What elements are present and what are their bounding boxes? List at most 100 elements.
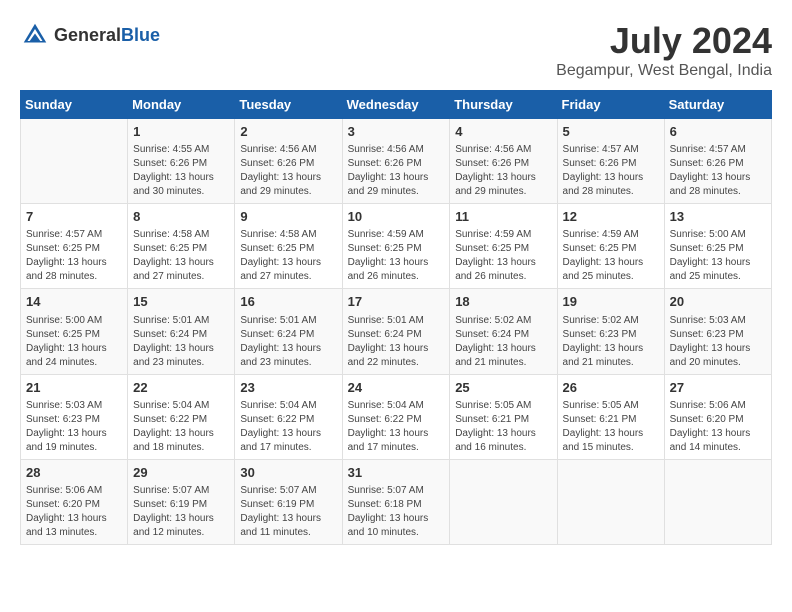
- logo-icon: [20, 20, 50, 50]
- calendar-table: Sunday Monday Tuesday Wednesday Thursday…: [20, 90, 772, 545]
- day-number: 5: [563, 123, 659, 141]
- day-info: Sunrise: 4:58 AMSunset: 6:25 PMDaylight:…: [133, 228, 229, 284]
- calendar-cell: 2Sunrise: 4:56 AMSunset: 6:26 PMDaylight…: [235, 119, 342, 204]
- day-info: Sunrise: 5:03 AMSunset: 6:23 PMDaylight:…: [670, 314, 766, 370]
- day-info: Sunrise: 5:07 AMSunset: 6:19 PMDaylight:…: [240, 484, 336, 540]
- day-number: 2: [240, 123, 336, 141]
- day-info: Sunrise: 5:03 AMSunset: 6:23 PMDaylight:…: [26, 399, 122, 455]
- calendar-cell: 30 Sunrise: 5:07 AMSunset: 6:19 PMDayligh…: [235, 459, 342, 544]
- day-info: Sunrise: 5:00 AMSunset: 6:25 PMDaylight:…: [26, 314, 122, 370]
- day-number: 26: [563, 379, 659, 397]
- title-area: July 2024 Begampur, West Bengal, India: [556, 20, 772, 80]
- day-info: Sunrise: 5:04 AMSunset: 6:22 PMDaylight:…: [240, 399, 336, 455]
- logo-text-general: General: [54, 25, 121, 45]
- day-info: Sunrise: 5:06 AMSunset: 6:20 PMDaylight:…: [26, 484, 122, 540]
- day-info: Sunrise: 5:07 AMSunset: 6:18 PMDaylight:…: [348, 484, 445, 540]
- calendar-cell: 7 Sunrise: 4:57 AMSunset: 6:25 PMDaylight…: [21, 204, 128, 289]
- calendar-week-row: 14Sunrise: 5:00 AMSunset: 6:25 PMDayligh…: [21, 289, 772, 374]
- col-saturday: Saturday: [664, 91, 771, 119]
- day-number: 19: [563, 293, 659, 311]
- day-number: 10: [348, 208, 445, 226]
- day-info: Sunrise: 5:01 AMSunset: 6:24 PMDaylight:…: [240, 314, 336, 370]
- col-wednesday: Wednesday: [342, 91, 450, 119]
- calendar-cell: 26 Sunrise: 5:05 AMSunset: 6:21 PMDayligh…: [557, 374, 664, 459]
- day-number: 15: [133, 293, 229, 311]
- calendar-cell: 8 Sunrise: 4:58 AMSunset: 6:25 PMDaylight…: [128, 204, 235, 289]
- day-number: 9: [240, 208, 336, 226]
- day-info: Sunrise: 4:56 AMSunset: 6:26 PMDaylight:…: [455, 143, 551, 199]
- calendar-cell: 22 Sunrise: 5:04 AMSunset: 6:22 PMDayligh…: [128, 374, 235, 459]
- calendar-cell: 4 Sunrise: 4:56 AMSunset: 6:26 PMDaylight…: [450, 119, 557, 204]
- day-number: 12: [563, 208, 659, 226]
- day-number: 4: [455, 123, 551, 141]
- calendar-cell: 19 Sunrise: 5:02 AMSunset: 6:23 PMDayligh…: [557, 289, 664, 374]
- day-number: 25: [455, 379, 551, 397]
- day-number: 1: [133, 123, 229, 141]
- day-info: Sunrise: 5:02 AMSunset: 6:23 PMDaylight:…: [563, 314, 659, 370]
- calendar-cell: 14Sunrise: 5:00 AMSunset: 6:25 PMDayligh…: [21, 289, 128, 374]
- day-info: Sunrise: 5:01 AMSunset: 6:24 PMDaylight:…: [348, 314, 445, 370]
- day-number: 7: [26, 208, 122, 226]
- day-info: Sunrise: 4:57 AMSunset: 6:25 PMDaylight:…: [26, 228, 122, 284]
- header-row: Sunday Monday Tuesday Wednesday Thursday…: [21, 91, 772, 119]
- calendar-cell: 5 Sunrise: 4:57 AMSunset: 6:26 PMDaylight…: [557, 119, 664, 204]
- day-number: 31: [348, 464, 445, 482]
- day-number: 30: [240, 464, 336, 482]
- calendar-cell: [664, 459, 771, 544]
- calendar-cell: 20Sunrise: 5:03 AMSunset: 6:23 PMDayligh…: [664, 289, 771, 374]
- calendar-week-row: 28Sunrise: 5:06 AMSunset: 6:20 PMDayligh…: [21, 459, 772, 544]
- day-number: 18: [455, 293, 551, 311]
- calendar-cell: [557, 459, 664, 544]
- calendar-cell: 27 Sunrise: 5:06 AMSunset: 6:20 PMDayligh…: [664, 374, 771, 459]
- logo-text-blue: Blue: [121, 25, 160, 45]
- day-info: Sunrise: 5:05 AMSunset: 6:21 PMDaylight:…: [563, 399, 659, 455]
- day-info: Sunrise: 4:59 AMSunset: 6:25 PMDaylight:…: [563, 228, 659, 284]
- day-number: 13: [670, 208, 766, 226]
- calendar-week-row: 21 Sunrise: 5:03 AMSunset: 6:23 PMDayligh…: [21, 374, 772, 459]
- calendar-cell: 12 Sunrise: 4:59 AMSunset: 6:25 PMDayligh…: [557, 204, 664, 289]
- day-info: Sunrise: 4:59 AMSunset: 6:25 PMDaylight:…: [455, 228, 551, 284]
- calendar-cell: 15 Sunrise: 5:01 AMSunset: 6:24 PMDayligh…: [128, 289, 235, 374]
- day-info: Sunrise: 4:59 AMSunset: 6:25 PMDaylight:…: [348, 228, 445, 284]
- day-info: Sunrise: 4:57 AMSunset: 6:26 PMDaylight:…: [563, 143, 659, 199]
- day-info: Sunrise: 4:55 AMSunset: 6:26 PMDaylight:…: [133, 143, 229, 199]
- logo: GeneralBlue: [20, 20, 160, 50]
- day-info: Sunrise: 4:57 AMSunset: 6:26 PMDaylight:…: [670, 143, 766, 199]
- day-info: Sunrise: 4:58 AMSunset: 6:25 PMDaylight:…: [240, 228, 336, 284]
- col-monday: Monday: [128, 91, 235, 119]
- day-number: 21: [26, 379, 122, 397]
- calendar-cell: 6Sunrise: 4:57 AMSunset: 6:26 PMDaylight…: [664, 119, 771, 204]
- day-info: Sunrise: 5:02 AMSunset: 6:24 PMDaylight:…: [455, 314, 551, 370]
- calendar-cell: 29Sunrise: 5:07 AMSunset: 6:19 PMDayligh…: [128, 459, 235, 544]
- day-number: 11: [455, 208, 551, 226]
- day-info: Sunrise: 5:00 AMSunset: 6:25 PMDaylight:…: [670, 228, 766, 284]
- day-info: Sunrise: 5:06 AMSunset: 6:20 PMDaylight:…: [670, 399, 766, 455]
- day-info: Sunrise: 5:04 AMSunset: 6:22 PMDaylight:…: [348, 399, 445, 455]
- day-number: 8: [133, 208, 229, 226]
- day-info: Sunrise: 5:05 AMSunset: 6:21 PMDaylight:…: [455, 399, 551, 455]
- day-info: Sunrise: 4:56 AMSunset: 6:26 PMDaylight:…: [348, 143, 445, 199]
- calendar-cell: 28Sunrise: 5:06 AMSunset: 6:20 PMDayligh…: [21, 459, 128, 544]
- day-number: 17: [348, 293, 445, 311]
- calendar-cell: 13 Sunrise: 5:00 AMSunset: 6:25 PMDayligh…: [664, 204, 771, 289]
- calendar-cell: 24Sunrise: 5:04 AMSunset: 6:22 PMDayligh…: [342, 374, 450, 459]
- day-number: 27: [670, 379, 766, 397]
- calendar-cell: 25 Sunrise: 5:05 AMSunset: 6:21 PMDayligh…: [450, 374, 557, 459]
- day-info: Sunrise: 5:04 AMSunset: 6:22 PMDaylight:…: [133, 399, 229, 455]
- calendar-cell: [450, 459, 557, 544]
- day-number: 23: [240, 379, 336, 397]
- day-info: Sunrise: 5:01 AMSunset: 6:24 PMDaylight:…: [133, 314, 229, 370]
- calendar-cell: 17 Sunrise: 5:01 AMSunset: 6:24 PMDayligh…: [342, 289, 450, 374]
- calendar-cell: 21 Sunrise: 5:03 AMSunset: 6:23 PMDayligh…: [21, 374, 128, 459]
- location: Begampur, West Bengal, India: [556, 62, 772, 80]
- calendar-header: Sunday Monday Tuesday Wednesday Thursday…: [21, 91, 772, 119]
- calendar-cell: 10 Sunrise: 4:59 AMSunset: 6:25 PMDayligh…: [342, 204, 450, 289]
- day-number: 3: [348, 123, 445, 141]
- day-number: 22: [133, 379, 229, 397]
- calendar-cell: 18 Sunrise: 5:02 AMSunset: 6:24 PMDayligh…: [450, 289, 557, 374]
- day-number: 16: [240, 293, 336, 311]
- col-sunday: Sunday: [21, 91, 128, 119]
- calendar-cell: 16 Sunrise: 5:01 AMSunset: 6:24 PMDayligh…: [235, 289, 342, 374]
- calendar-body: 1 Sunrise: 4:55 AMSunset: 6:26 PMDaylight…: [21, 119, 772, 545]
- calendar-week-row: 1 Sunrise: 4:55 AMSunset: 6:26 PMDaylight…: [21, 119, 772, 204]
